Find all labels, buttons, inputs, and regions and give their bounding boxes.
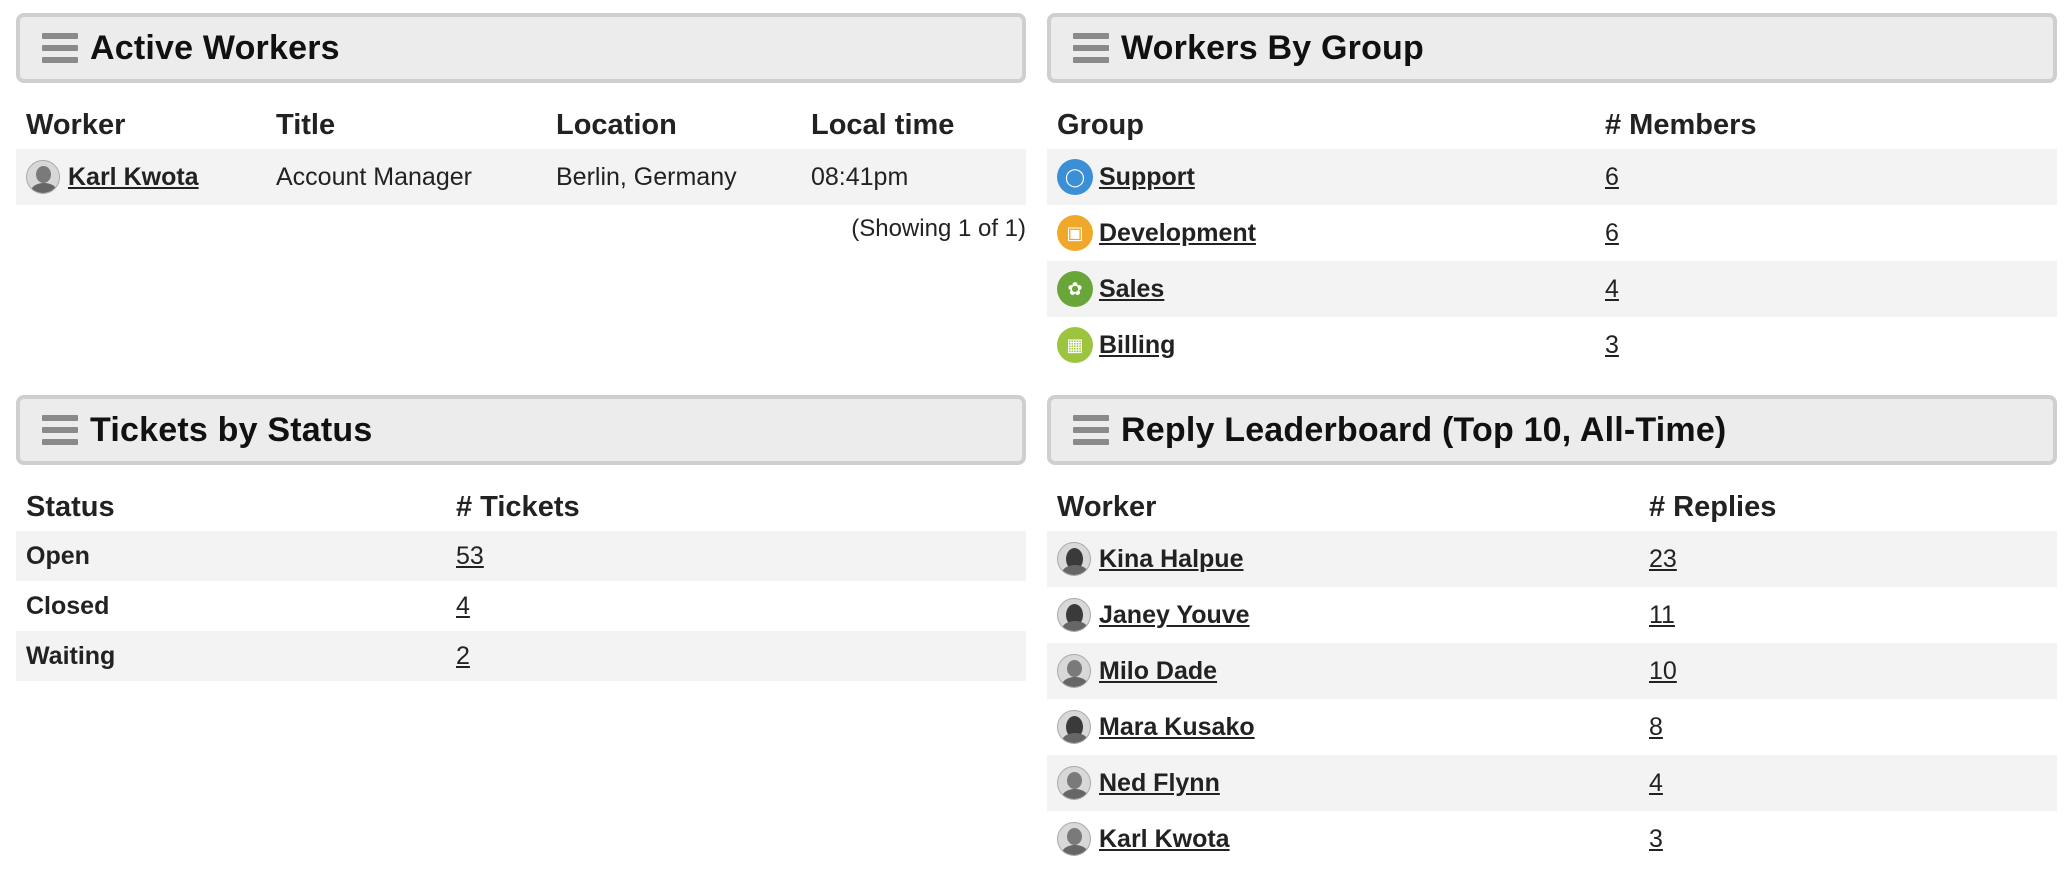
widget-title: Tickets by Status [90,410,373,449]
ticket-count-link[interactable]: 2 [456,642,470,670]
members-count-link[interactable]: 4 [1605,275,1619,303]
table-row: ▣ Development 6 [1047,205,2057,261]
column-header-title: Title [276,108,336,141]
reply-leaderboard-table: Worker # Replies Kina Halpue 23 Janey Yo… [1047,483,2057,867]
members-count-link[interactable]: 3 [1605,331,1619,359]
table-row: Janey Youve 11 [1047,587,2057,643]
table-row: ◯ Support 6 [1047,149,2057,205]
workers-by-group-table: Group # Members ◯ Support 6 ▣ Development … [1047,101,2057,373]
table-row: Mara Kusako 8 [1047,699,2057,755]
group-link-development[interactable]: Development [1099,219,1256,248]
group-link-billing[interactable]: Billing [1099,331,1175,360]
avatar [1057,710,1091,744]
worker-local-time: 08:41pm [801,149,1026,205]
table-row: Closed 4 [16,581,1026,631]
members-count-link[interactable]: 6 [1605,163,1619,191]
widget-active-workers: Active Workers Worker Title Location Loc… [16,13,1026,243]
worker-link[interactable]: Ned Flynn [1099,769,1220,798]
menu-icon[interactable] [42,33,78,63]
menu-icon[interactable] [42,415,78,445]
reply-count-link[interactable]: 3 [1649,825,1663,853]
widget-header-tickets-by-status[interactable]: Tickets by Status [16,395,1026,465]
worker-link[interactable]: Kina Halpue [1099,545,1243,574]
avatar [1057,598,1091,632]
ticket-count-link[interactable]: 4 [456,592,470,620]
reply-count-link[interactable]: 10 [1649,657,1677,685]
widget-title: Reply Leaderboard (Top 10, All-Time) [1121,410,1727,449]
table-row: Open 53 [16,531,1026,581]
widget-workers-by-group: Workers By Group Group # Members ◯ Suppor… [1047,13,2057,373]
worker-link[interactable]: Janey Youve [1099,601,1250,630]
widget-reply-leaderboard: Reply Leaderboard (Top 10, All-Time) Wor… [1047,395,2057,867]
worker-link[interactable]: Milo Dade [1099,657,1217,686]
column-header-status: Status [26,490,115,523]
avatar [1057,654,1091,688]
widget-title: Active Workers [90,28,340,67]
group-link-support[interactable]: Support [1099,163,1195,192]
status-label: Closed [26,591,110,620]
widget-title: Workers By Group [1121,28,1424,67]
table-row: Karl Kwota Account Manager Berlin, Germa… [16,149,1026,205]
table-row: Kina Halpue 23 [1047,531,2057,587]
table-row: ▦ Billing 3 [1047,317,2057,373]
reply-count-link[interactable]: 11 [1649,601,1675,629]
column-header-location: Location [556,108,677,141]
widget-tickets-by-status: Tickets by Status Status # Tickets Open … [16,395,1026,681]
ticket-count-link[interactable]: 53 [456,542,484,570]
flower-icon: ✿ [1057,271,1093,307]
column-header-worker: Worker [26,108,126,141]
active-workers-table: Worker Title Location Local time Karl Kw… [16,101,1026,205]
worker-link[interactable]: Karl Kwota [1099,825,1230,854]
avatar [1057,822,1091,856]
table-row: ✿ Sales 4 [1047,261,2057,317]
table-row: Waiting 2 [16,631,1026,681]
surprised-face-icon: ◯ [1057,159,1093,195]
reply-count-link[interactable]: 4 [1649,769,1663,797]
widget-header-reply-leaderboard[interactable]: Reply Leaderboard (Top 10, All-Time) [1047,395,2057,465]
worker-link[interactable]: Mara Kusako [1099,713,1255,742]
menu-icon[interactable] [1073,33,1109,63]
widget-header-workers-by-group[interactable]: Workers By Group [1047,13,2057,83]
group-link-sales[interactable]: Sales [1099,275,1164,304]
column-header-replies: # Replies [1649,490,1777,523]
worker-link[interactable]: Karl Kwota [68,163,199,192]
column-header-tickets: # Tickets [456,490,580,523]
column-header-local-time: Local time [811,108,955,141]
worker-location: Berlin, Germany [546,149,801,205]
tickets-by-status-table: Status # Tickets Open 53 Closed 4 Waitin… [16,483,1026,681]
robot-icon: ▣ [1057,215,1093,251]
members-count-link[interactable]: 6 [1605,219,1619,247]
status-label: Waiting [16,631,446,681]
avatar [26,160,60,194]
reply-count-link[interactable]: 23 [1649,545,1677,573]
menu-icon[interactable] [1073,415,1109,445]
table-row: Ned Flynn 4 [1047,755,2057,811]
table-row: Milo Dade 10 [1047,643,2057,699]
status-label: Open [16,531,446,581]
avatar [1057,542,1091,576]
reply-count-link[interactable]: 8 [1649,713,1663,741]
bank-icon: ▦ [1057,327,1093,363]
table-row: Karl Kwota 3 [1047,811,2057,867]
avatar [1057,766,1091,800]
worker-title: Account Manager [266,149,546,205]
column-header-worker: Worker [1057,490,1157,523]
column-header-members: # Members [1605,108,1757,141]
widget-header-active-workers[interactable]: Active Workers [16,13,1026,83]
column-header-group: Group [1057,108,1144,141]
pagination-note: (Showing 1 of 1) [851,215,1026,242]
